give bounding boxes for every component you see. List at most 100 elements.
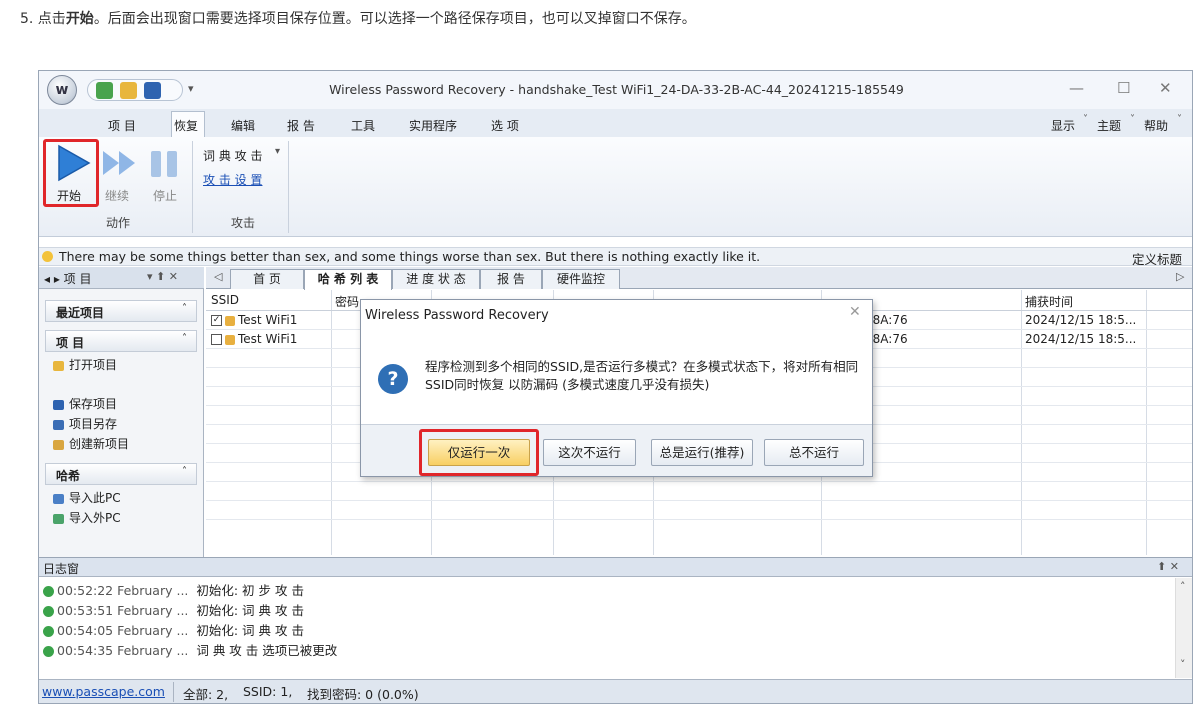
new-document-icon	[53, 439, 64, 450]
new-project-item[interactable]: 创建新项目	[53, 435, 129, 452]
import-local-pc-item[interactable]: 导入此PC	[53, 489, 121, 506]
log-panel: 日志窗 ⬆ ✕ 00:52:22 February ... 初始化: 初 步 攻…	[39, 557, 1192, 679]
recent-projects-section[interactable]: 最近项目 ˄	[45, 300, 197, 322]
menu-edit[interactable]: 编辑	[231, 117, 255, 134]
panel-header-controls[interactable]: ▾ ⬆ ✕	[147, 270, 178, 283]
lock-icon	[225, 334, 235, 345]
app-window: Wireless Password Recovery - handshake_T…	[38, 70, 1193, 704]
fast-forward-icon	[103, 151, 135, 175]
hash-section-label: 哈希	[56, 469, 81, 483]
start-button[interactable]: 开始	[51, 143, 93, 205]
menu-utilities[interactable]: 实用程序	[409, 117, 457, 134]
ribbon-panel: 开始 继续 停止 动作 词 典 攻 击 ▾ 攻 击 设 置 攻击	[39, 137, 1192, 237]
table-row[interactable]: ✓ Test WiFi1	[211, 313, 297, 327]
ok-icon	[43, 626, 54, 637]
menu-project[interactable]: 项 目	[108, 117, 136, 134]
panel-header-title: ◂ ▸ 项 目	[44, 272, 92, 286]
row-capture-time: 2024/12/15 18:5...	[1025, 313, 1137, 327]
minimize-button[interactable]: —	[1069, 79, 1084, 97]
run-once-button[interactable]: 仅运行一次	[428, 439, 530, 466]
project-panel: ◂ ▸ 项 目 ▾ ⬆ ✕ 最近项目 ˄ 项 目 ˄ 打开项目 保存项目 项目另…	[39, 267, 204, 557]
save-as-label: 项目另存	[69, 417, 118, 431]
collapse-arrow-icon[interactable]: ˄	[182, 333, 187, 344]
project-section-label: 项 目	[56, 336, 85, 350]
menu-recovery[interactable]: 恢复	[174, 117, 198, 134]
tab-home[interactable]: 首 页	[230, 269, 304, 289]
menu-display[interactable]: 显示	[1051, 117, 1075, 134]
stop-button[interactable]: 停止	[145, 143, 185, 205]
maximize-button[interactable]: ☐	[1117, 79, 1130, 97]
tab-hardware-monitor[interactable]: 硬件监控	[542, 269, 620, 289]
save-project-as-item[interactable]: 项目另存	[53, 415, 117, 432]
remote-computer-icon	[53, 513, 64, 524]
ribbon-group-action: 开始 继续 停止 动作	[43, 139, 193, 233]
computer-icon	[53, 493, 64, 504]
ribbon-group-attack: 词 典 攻 击 ▾ 攻 击 设 置 攻击	[197, 141, 289, 233]
continue-label: 继续	[105, 189, 130, 203]
collapse-arrow-icon[interactable]: ˄	[182, 303, 187, 314]
menu-help[interactable]: 帮助	[1144, 117, 1168, 134]
quick-access-toolbar: ▾	[87, 79, 194, 101]
row-capture-time: 2024/12/15 18:5...	[1025, 332, 1137, 346]
save-as-icon	[53, 419, 64, 430]
row-ssid: Test WiFi1	[238, 313, 298, 327]
scroll-down-icon[interactable]: ˅	[1180, 658, 1186, 671]
download-icon[interactable]	[96, 82, 113, 99]
table-row[interactable]: Test WiFi1	[211, 332, 297, 346]
define-title-button[interactable]: 定义标题	[1132, 249, 1182, 268]
always-run-button[interactable]: 总是运行(推荐)	[651, 439, 753, 466]
app-orb-button[interactable]: w	[47, 75, 77, 105]
hash-section[interactable]: 哈希 ˄	[45, 463, 197, 485]
menu-options[interactable]: 选 项	[491, 117, 519, 134]
theme-arrow-icon[interactable]: ˅	[1130, 114, 1135, 125]
import-local-label: 导入此PC	[69, 491, 121, 505]
status-total: 全部: 2,	[183, 687, 229, 702]
folder-icon	[53, 360, 64, 371]
menu-tools[interactable]: 工具	[351, 117, 375, 134]
log-line: 00:52:22 February ... 初始化: 初 步 攻 击	[43, 580, 304, 599]
continue-button[interactable]: 继续	[99, 143, 139, 205]
dict-attack-button[interactable]: 词 典 攻 击	[203, 147, 262, 164]
col-header-password[interactable]: 密码	[335, 293, 359, 310]
dialog-button-bar: 仅运行一次 这次不运行 总是运行(推荐) 总不运行	[361, 424, 872, 476]
tab-report[interactable]: 报 告	[480, 269, 542, 289]
scroll-up-icon[interactable]: ˄	[1180, 580, 1186, 593]
collapse-arrow-icon[interactable]: ˄	[182, 466, 187, 477]
log-line: 00:54:35 February ... 词 典 攻 击 选项已被更改	[43, 640, 337, 659]
display-arrow-icon[interactable]: ˅	[1083, 114, 1088, 125]
menu-report[interactable]: 报 告	[287, 117, 315, 134]
save-project-item[interactable]: 保存项目	[53, 395, 117, 412]
row-checkbox[interactable]	[211, 334, 222, 345]
window-title: Wireless Password Recovery - handshake_T…	[329, 82, 904, 97]
dialog-close-button[interactable]: ✕	[849, 304, 861, 320]
instruction-text: 5. 点击开始。后面会出现窗口需要选择项目保存位置。可以选择一个路径保存项目，也…	[20, 8, 696, 28]
not-this-time-button[interactable]: 这次不运行	[543, 439, 636, 466]
log-header-controls[interactable]: ⬆ ✕	[1157, 560, 1179, 573]
tab-progress[interactable]: 进 度 状 态	[392, 269, 480, 289]
attack-group-label: 攻击	[230, 216, 255, 230]
qat-dropdown-icon[interactable]: ▾	[188, 82, 194, 95]
log-scrollbar[interactable]: ˄ ˅	[1175, 578, 1192, 678]
import-remote-pc-item[interactable]: 导入外PC	[53, 509, 121, 526]
tabs-scroll-left-icon[interactable]: ◁	[214, 270, 222, 283]
log-time: 00:52:22 February ...	[57, 583, 189, 598]
open-folder-icon[interactable]	[120, 82, 137, 99]
row-checkbox-checked[interactable]: ✓	[211, 315, 222, 326]
never-run-button[interactable]: 总不运行	[764, 439, 864, 466]
save-icon[interactable]	[144, 82, 161, 99]
dict-attack-arrow-icon[interactable]: ▾	[275, 146, 280, 157]
tabs-scroll-right-icon[interactable]: ▷	[1176, 270, 1184, 283]
status-ssid: SSID: 1,	[243, 684, 293, 699]
col-header-ssid[interactable]: SSID	[211, 293, 239, 307]
website-link[interactable]: www.passcape.com	[42, 684, 165, 699]
menu-theme[interactable]: 主题	[1097, 117, 1121, 134]
col-header-capture-time[interactable]: 捕获时间	[1025, 293, 1073, 310]
document-tabs: ◁ 首 页 哈 希 列 表 进 度 状 态 报 告 硬件监控 ▷	[206, 267, 1192, 290]
project-section[interactable]: 项 目 ˄	[45, 330, 197, 352]
help-arrow-icon[interactable]: ˅	[1177, 114, 1182, 125]
open-project-item[interactable]: 打开项目	[53, 356, 117, 373]
info-bar: There may be some things better than sex…	[39, 247, 1192, 268]
attack-settings-link[interactable]: 攻 击 设 置	[203, 171, 262, 188]
close-button[interactable]: ✕	[1159, 79, 1172, 97]
tab-hash-list[interactable]: 哈 希 列 表	[304, 269, 392, 290]
